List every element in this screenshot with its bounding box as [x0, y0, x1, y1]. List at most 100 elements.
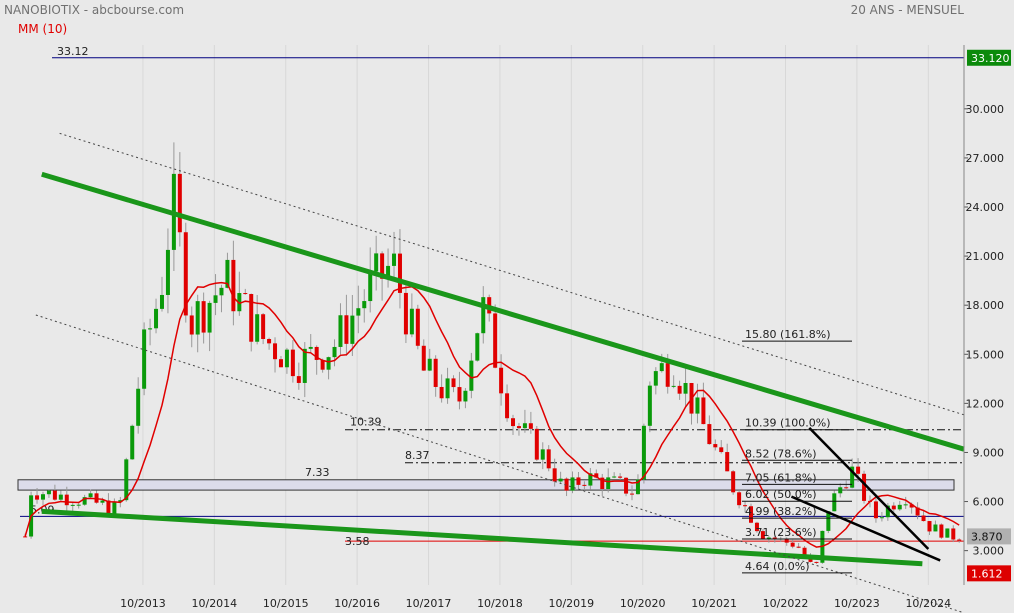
- candle-body: [148, 328, 153, 330]
- candle: [326, 356, 331, 380]
- candle-body: [159, 294, 164, 309]
- candle: [903, 496, 908, 509]
- candle: [635, 474, 640, 495]
- candle: [314, 345, 319, 375]
- candle-body: [683, 382, 688, 394]
- candle-body: [40, 494, 45, 500]
- fib-label: 8.52 (78.6%): [745, 447, 817, 460]
- candle: [719, 440, 724, 454]
- candle-body: [528, 423, 533, 429]
- level-label-red: 3.58: [345, 535, 370, 548]
- candle: [683, 366, 688, 407]
- badge-high: 33.120: [967, 49, 1011, 66]
- candle-body: [451, 378, 456, 388]
- levels: 33.125.097.333.5810.398.37: [17, 45, 964, 548]
- candle: [368, 247, 373, 313]
- candle: [451, 375, 456, 393]
- candle: [136, 377, 141, 434]
- y-tick-label: 9.000: [973, 446, 1005, 459]
- candle: [564, 477, 569, 497]
- candle-body: [701, 397, 706, 425]
- candle-body: [475, 333, 480, 361]
- level-label-1039: 10.39: [350, 416, 382, 429]
- candle-body: [88, 493, 93, 498]
- candle: [677, 380, 682, 400]
- candle-body: [540, 449, 545, 460]
- candle: [689, 382, 694, 425]
- candle: [796, 542, 801, 549]
- candle: [46, 489, 51, 498]
- candle: [481, 286, 486, 344]
- candle: [493, 304, 498, 369]
- candle: [957, 538, 962, 543]
- trendline-dotted: [59, 132, 965, 416]
- y-tick-label: 12.000: [966, 397, 1005, 410]
- fibonacci-levels: 15.80 (161.8%) 10.39 (100.0%) 8.52 (78.6%)…: [742, 328, 852, 574]
- candle-body: [814, 561, 819, 563]
- candle-body: [219, 287, 224, 296]
- y-tick-label: 21.000: [966, 250, 1005, 263]
- price-chart[interactable]: 33.125.097.333.5810.398.37 15.80 (161.8%…: [0, 0, 1014, 613]
- candle: [511, 414, 516, 435]
- candle-body: [695, 397, 700, 414]
- candle: [58, 490, 63, 501]
- candle-body: [368, 271, 373, 302]
- y-tick-label: 3.000: [973, 545, 1005, 558]
- candle-body: [344, 315, 349, 344]
- candle: [296, 362, 301, 390]
- candle: [177, 152, 182, 247]
- candle-body: [612, 476, 617, 478]
- candle-body: [35, 495, 40, 500]
- candle-body: [296, 376, 301, 383]
- candle: [237, 271, 242, 316]
- y-tick-label: 18.000: [966, 299, 1005, 312]
- badge-low-text: 1.612: [971, 567, 1003, 580]
- candle-body: [154, 308, 159, 329]
- y-tick-label: 27.000: [966, 152, 1005, 165]
- candle: [671, 375, 676, 389]
- candle: [112, 498, 117, 516]
- candle-body: [52, 490, 57, 500]
- candle-body: [427, 358, 432, 371]
- candle-body: [945, 528, 950, 538]
- fib-label: 7.05 (61.8%): [745, 471, 817, 484]
- candle: [148, 318, 153, 346]
- band-label: 7.33: [305, 466, 330, 479]
- candle-body: [356, 308, 361, 316]
- candle: [154, 298, 159, 334]
- candle: [939, 523, 944, 539]
- candle-body: [112, 502, 117, 514]
- candle-body: [891, 505, 896, 510]
- candle-body: [582, 484, 587, 486]
- candle-body: [653, 371, 658, 386]
- candle: [862, 470, 867, 504]
- candle-body: [177, 173, 182, 233]
- candle-body: [142, 329, 147, 389]
- candle-body: [552, 468, 557, 482]
- candle: [267, 337, 272, 350]
- badge-last-text: 3.870: [971, 530, 1003, 543]
- candle: [695, 383, 700, 424]
- candle: [606, 468, 611, 493]
- candle: [189, 306, 194, 348]
- candle-body: [201, 301, 206, 333]
- fib-label: 4.99 (38.2%): [745, 505, 817, 518]
- candle-body: [641, 425, 646, 480]
- candle: [165, 228, 170, 314]
- candle: [374, 235, 379, 291]
- candle: [653, 367, 658, 395]
- candle: [891, 502, 896, 512]
- candle-body: [362, 301, 367, 309]
- candle-body: [707, 424, 712, 445]
- candle-body: [350, 315, 355, 344]
- level-label-high: 33.12: [57, 45, 89, 58]
- candle-body: [409, 308, 414, 335]
- x-tick-label: 10/2023: [834, 597, 880, 610]
- candle: [94, 490, 99, 504]
- candle: [933, 520, 938, 532]
- fib-label: 15.80 (161.8%): [745, 328, 831, 341]
- candle: [445, 367, 450, 404]
- candle: [421, 339, 426, 371]
- candle-body: [516, 426, 521, 429]
- x-tick-label: 10/2016: [334, 597, 380, 610]
